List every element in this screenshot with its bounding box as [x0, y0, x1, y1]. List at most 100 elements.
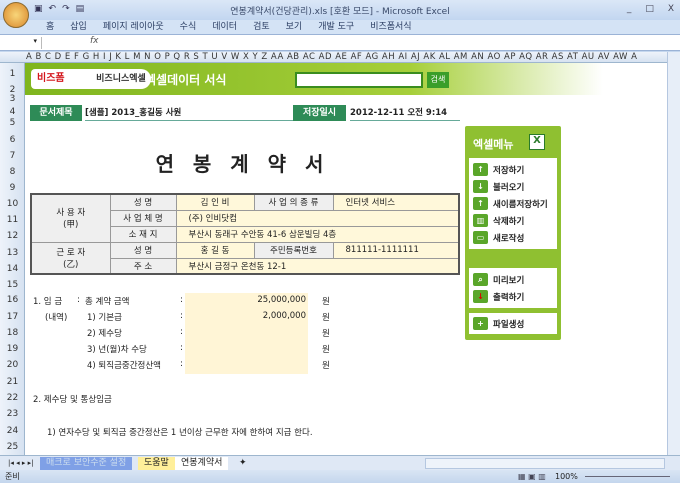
tab-page-layout[interactable]: 페이지 레이아웃: [95, 20, 172, 34]
open-icon: ↓: [473, 180, 488, 193]
menu-label: 불러오기: [493, 182, 525, 193]
menu-label: 미리보기: [493, 275, 525, 286]
doc-title-value[interactable]: [샘플] 2013_홍길동 사원: [85, 105, 305, 121]
tab-nav-buttons[interactable]: |◂ ◂ ▸ ▸|: [2, 457, 39, 470]
row-number[interactable]: 14: [0, 264, 25, 274]
sheet-tab-help[interactable]: 도움말: [138, 457, 175, 470]
vertical-scrollbar[interactable]: [667, 52, 680, 455]
tab-view[interactable]: 보기: [278, 20, 311, 34]
view-buttons[interactable]: ▦ ▣ ▥: [518, 470, 546, 483]
base-pay-amount[interactable]: 2,000,000: [185, 311, 306, 321]
worksheet[interactable]: 비즈폼 비즈니스엑셀 엑셀데이터 서식 검색 문서제목 [샘플] 2013_홍길…: [25, 63, 667, 455]
bizform-logo[interactable]: 비즈폼: [31, 69, 91, 89]
sheet-tab-contract[interactable]: 연봉계약서: [175, 457, 229, 470]
section2-item1: 1) 연자수당 및 퇴직금 중간정산은 1 년이상 근무한 자에 한하여 지급 …: [47, 428, 313, 438]
zoom-slider[interactable]: [585, 476, 670, 477]
wage-item-label: 2) 제수당: [87, 329, 122, 339]
address[interactable]: 부산시 금정구 온천동 12-1: [175, 257, 460, 275]
row-number[interactable]: 19: [0, 344, 25, 354]
tab-review[interactable]: 검토: [245, 20, 278, 34]
row-number[interactable]: 25: [0, 442, 25, 452]
excel-icon: X: [529, 134, 545, 150]
name-box[interactable]: ▾: [0, 37, 42, 49]
zoom-level[interactable]: 100%: [555, 470, 578, 483]
menu-save-as[interactable]: ↑ 새이름저장하기: [469, 195, 557, 212]
unit: 원: [322, 329, 330, 339]
menu-new[interactable]: ▭ 새로작성: [469, 229, 557, 246]
menu-preview[interactable]: ⌕ 미리보기: [469, 271, 557, 288]
total-amount[interactable]: 25,000,000: [185, 295, 306, 305]
employer-name[interactable]: 김 인 비: [175, 193, 255, 211]
row-number[interactable]: 20: [0, 360, 25, 370]
maximize-button[interactable]: □: [645, 4, 654, 14]
sheet-tab-macro[interactable]: 매크로 보안수준 설정: [40, 457, 133, 470]
colon: :: [180, 327, 183, 337]
column-headers[interactable]: A B C D E F G H I J K L M N O P Q R S T …: [0, 52, 667, 63]
menu-open[interactable]: ↓ 불러오기: [469, 178, 557, 195]
unit: 원: [322, 297, 330, 307]
row-number[interactable]: 8: [0, 167, 25, 177]
tab-developer[interactable]: 개발 도구: [310, 20, 362, 34]
row-number[interactable]: 22: [0, 393, 25, 403]
location[interactable]: 부산시 동래구 수안동 41-6 삼운빌딩 4층: [175, 225, 460, 243]
employee-label: 근 로 자: [56, 247, 86, 258]
employee-name[interactable]: 홍 길 동: [175, 241, 255, 259]
row-number[interactable]: 13: [0, 248, 25, 258]
business-excel-logo[interactable]: 비즈니스엑셀: [91, 69, 151, 89]
company[interactable]: (주) 인비닷컴: [175, 209, 460, 227]
row-number[interactable]: 21: [0, 377, 25, 387]
tab-data[interactable]: 데이터: [204, 20, 245, 34]
tab-bizform[interactable]: 비즈폼서식: [362, 20, 419, 34]
colon: :: [180, 311, 183, 321]
excel-menu-panel: 엑셀메뉴 X ↑ 저장하기 ↓ 불러오기 ↑ 새이름저장하기 ▥ 삭제하기 ▭ 새로작성 …: [465, 126, 561, 340]
row-number[interactable]: 10: [0, 199, 25, 209]
menu-delete[interactable]: ▥ 삭제하기: [469, 212, 557, 229]
menu-label: 새이름저장하기: [493, 199, 548, 210]
search-button[interactable]: 검색: [427, 72, 449, 88]
fx-icon[interactable]: fx: [90, 36, 99, 46]
row-number[interactable]: 15: [0, 280, 25, 290]
row-number[interactable]: 6: [0, 135, 25, 145]
row-number[interactable]: 3: [0, 94, 25, 104]
biz-type[interactable]: 인터넷 서비스: [332, 193, 460, 211]
parties-table: 사 용 자 (甲) 성 명 김 인 비 사 업 의 종 류 인터넷 서비스 사 업…: [30, 193, 460, 275]
amount-cells[interactable]: [185, 293, 308, 374]
menu-create-file[interactable]: + 파일생성: [469, 315, 557, 332]
row-number[interactable]: 17: [0, 312, 25, 322]
colon: :: [180, 295, 183, 305]
rrn-label: 주민등록번호: [253, 241, 334, 259]
tab-insert[interactable]: 삽입: [62, 20, 95, 34]
address-label: 주 소: [109, 257, 177, 275]
row-number[interactable]: 11: [0, 215, 25, 225]
row-number[interactable]: 7: [0, 151, 25, 161]
menu-save[interactable]: ↑ 저장하기: [469, 161, 557, 178]
rrn[interactable]: 811111-1111111: [332, 241, 460, 259]
window-title: 연봉계약서(건당관리).xls [호환 모드] - Microsoft Exce…: [230, 7, 450, 17]
row-headers[interactable]: 1 2 3 4 5 6 7 8 9 10 11 12 13 14 15 16 17 18 19 20 21 22 23 24 2…: [0, 63, 25, 455]
horizontal-scrollbar[interactable]: [425, 458, 665, 469]
search-input[interactable]: [295, 72, 423, 88]
row-number[interactable]: 5: [0, 118, 25, 128]
row-number[interactable]: 12: [0, 231, 25, 241]
title-bar: ▣ ↶ ↷ ▤ 연봉계약서(건당관리).xls [호환 모드] - Microsoft…: [0, 0, 680, 20]
colon: :: [77, 295, 80, 305]
row-number[interactable]: 23: [0, 409, 25, 419]
colon: :: [180, 359, 183, 369]
office-button[interactable]: [3, 2, 29, 28]
menu-print[interactable]: ↓ 출력하기: [469, 288, 557, 305]
close-button[interactable]: X: [668, 4, 674, 14]
row-number[interactable]: 1: [0, 69, 25, 79]
tab-formulas[interactable]: 수식: [172, 20, 205, 34]
formula-input[interactable]: [104, 36, 664, 49]
employer-sub: (甲): [63, 220, 79, 231]
minimize-button[interactable]: _: [627, 4, 632, 14]
company-label: 사 업 체 명: [109, 209, 177, 227]
row-number[interactable]: 9: [0, 183, 25, 193]
row-number[interactable]: 4: [0, 107, 25, 117]
row-number[interactable]: 24: [0, 426, 25, 436]
insert-sheet-icon[interactable]: ✦: [233, 457, 253, 470]
colon: :: [180, 343, 183, 353]
tab-home[interactable]: 홈: [38, 20, 62, 34]
row-number[interactable]: 16: [0, 295, 25, 305]
row-number[interactable]: 18: [0, 328, 25, 338]
